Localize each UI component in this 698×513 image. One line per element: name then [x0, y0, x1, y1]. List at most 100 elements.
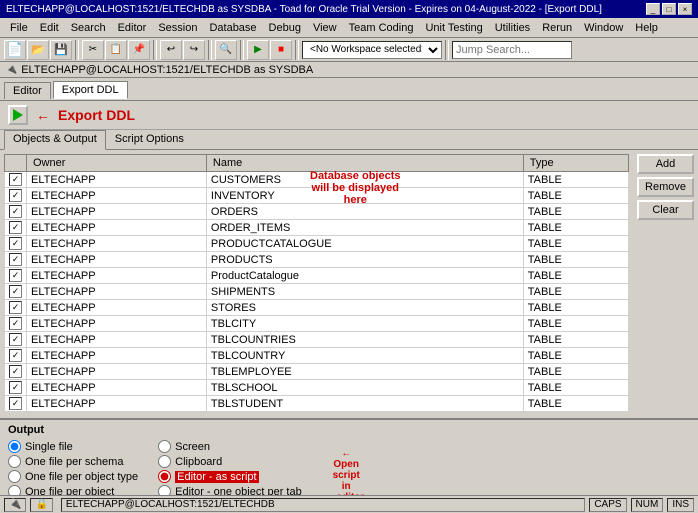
menu-search[interactable]: Search: [65, 21, 112, 35]
row-checkbox[interactable]: [9, 173, 22, 186]
copy-btn[interactable]: 📋: [105, 40, 127, 60]
row-owner: ELTECHAPP: [27, 300, 207, 316]
row-name: TBLCOUNTRIES: [206, 332, 523, 348]
radio-clipboard-label: Clipboard: [175, 456, 222, 468]
close-button[interactable]: ×: [678, 3, 692, 15]
menu-file[interactable]: File: [4, 21, 34, 35]
menu-team-coding[interactable]: Team Coding: [343, 21, 420, 35]
save-btn[interactable]: 💾: [50, 40, 72, 60]
stop-btn[interactable]: ■: [270, 40, 292, 60]
objects-output-tab[interactable]: Objects & Output: [4, 130, 106, 150]
row-owner: ELTECHAPP: [27, 236, 207, 252]
connection-path: ELTECHAPP@LOCALHOST:1521/ELTECHDB as SYS…: [21, 64, 313, 76]
table-row: ELTECHAPP TBLCOUNTRIES TABLE: [5, 332, 629, 348]
cut-btn[interactable]: ✂: [82, 40, 104, 60]
radio-editor-script-input[interactable]: [158, 470, 171, 483]
row-type: TABLE: [523, 348, 628, 364]
menu-edit[interactable]: Edit: [34, 21, 65, 35]
separator-5: [295, 40, 299, 60]
status-icon: 🔌: [4, 498, 26, 512]
remove-button[interactable]: Remove: [637, 177, 694, 197]
paste-btn[interactable]: 📌: [128, 40, 150, 60]
radio-clipboard-input[interactable]: [158, 455, 171, 468]
row-owner: ELTECHAPP: [27, 284, 207, 300]
redo-btn[interactable]: ↪: [183, 40, 205, 60]
table-row: ELTECHAPP TBLSTUDENT TABLE: [5, 396, 629, 412]
menu-editor[interactable]: Editor: [112, 21, 153, 35]
row-name: INVENTORY: [206, 188, 523, 204]
row-checkbox-cell: [5, 220, 27, 236]
editor-tab[interactable]: Editor: [4, 82, 51, 99]
radio-one-per-schema-label: One file per schema: [25, 456, 123, 468]
row-type: TABLE: [523, 236, 628, 252]
row-name: TBLEMPLOYEE: [206, 364, 523, 380]
menu-database[interactable]: Database: [203, 21, 262, 35]
tab-bar: Editor Export DDL: [0, 78, 698, 100]
row-checkbox[interactable]: [9, 189, 22, 202]
row-owner: ELTECHAPP: [27, 172, 207, 188]
status-ins: INS: [667, 498, 694, 512]
row-checkbox-cell: [5, 396, 27, 412]
run-arrow-icon: [13, 109, 23, 121]
execute-button[interactable]: [8, 105, 28, 125]
row-type: TABLE: [523, 300, 628, 316]
row-checkbox[interactable]: [9, 381, 22, 394]
row-checkbox[interactable]: [9, 349, 22, 362]
script-options-tab[interactable]: Script Options: [106, 130, 193, 149]
path-bar: 🔌 ELTECHAPP@LOCALHOST:1521/ELTECHDB as S…: [0, 62, 698, 78]
menu-session[interactable]: Session: [152, 21, 203, 35]
jump-search-input[interactable]: [452, 41, 572, 59]
row-type: TABLE: [523, 172, 628, 188]
workspace-select[interactable]: <No Workspace selected>: [302, 41, 442, 59]
add-button[interactable]: Add: [637, 154, 694, 174]
separator-4: [240, 40, 244, 60]
radio-single-file-input[interactable]: [8, 440, 21, 453]
row-checkbox[interactable]: [9, 285, 22, 298]
table-row: ELTECHAPP TBLSCHOOL TABLE: [5, 380, 629, 396]
table-row: ELTECHAPP TBLEMPLOYEE TABLE: [5, 364, 629, 380]
toolbar-1: 📄 📂 💾 ✂ 📋 📌 ↩ ↪ 🔍 ▶ ■ <No Workspace sele…: [0, 38, 698, 62]
status-connection-path: ELTECHAPP@LOCALHOST:1521/ELTECHDB: [61, 498, 585, 512]
row-checkbox[interactable]: [9, 237, 22, 250]
row-name: ORDERS: [206, 204, 523, 220]
row-checkbox[interactable]: [9, 397, 22, 410]
row-checkbox-cell: [5, 348, 27, 364]
menu-window[interactable]: Window: [578, 21, 629, 35]
row-checkbox[interactable]: [9, 221, 22, 234]
row-name: ProductCatalogue: [206, 268, 523, 284]
menu-debug[interactable]: Debug: [263, 21, 307, 35]
table-row: ELTECHAPP INVENTORY TABLE: [5, 188, 629, 204]
new-btn[interactable]: 📄: [4, 40, 26, 60]
menu-view[interactable]: View: [307, 21, 343, 35]
row-checkbox[interactable]: [9, 269, 22, 282]
export-ddl-tab[interactable]: Export DDL: [53, 81, 128, 99]
run-btn[interactable]: ▶: [247, 40, 269, 60]
undo-btn[interactable]: ↩: [160, 40, 182, 60]
maximize-button[interactable]: □: [662, 3, 676, 15]
radio-one-per-object-type-input[interactable]: [8, 470, 21, 483]
row-owner: ELTECHAPP: [27, 252, 207, 268]
col-header-name: Name: [206, 155, 523, 172]
row-checkbox[interactable]: [9, 365, 22, 378]
title-bar: ELTECHAPP@LOCALHOST:1521/ELTECHDB as SYS…: [0, 0, 698, 18]
row-checkbox[interactable]: [9, 333, 22, 346]
col-header-checkbox: [5, 155, 27, 172]
radio-one-per-schema-input[interactable]: [8, 455, 21, 468]
row-checkbox[interactable]: [9, 205, 22, 218]
row-checkbox[interactable]: [9, 301, 22, 314]
menu-unit-testing[interactable]: Unit Testing: [419, 21, 488, 35]
radio-screen-input[interactable]: [158, 440, 171, 453]
open-btn[interactable]: 📂: [27, 40, 49, 60]
row-checkbox[interactable]: [9, 317, 22, 330]
minimize-button[interactable]: _: [646, 3, 660, 15]
clear-button[interactable]: Clear: [637, 200, 694, 220]
menu-help[interactable]: Help: [629, 21, 664, 35]
search-btn[interactable]: 🔍: [215, 40, 237, 60]
menu-rerun[interactable]: Rerun: [536, 21, 578, 35]
row-checkbox[interactable]: [9, 253, 22, 266]
row-name: CUSTOMERS: [206, 172, 523, 188]
row-type: TABLE: [523, 252, 628, 268]
menu-utilities[interactable]: Utilities: [489, 21, 536, 35]
status-num: NUM: [631, 498, 664, 512]
radio-single-file-label: Single file: [25, 441, 73, 453]
